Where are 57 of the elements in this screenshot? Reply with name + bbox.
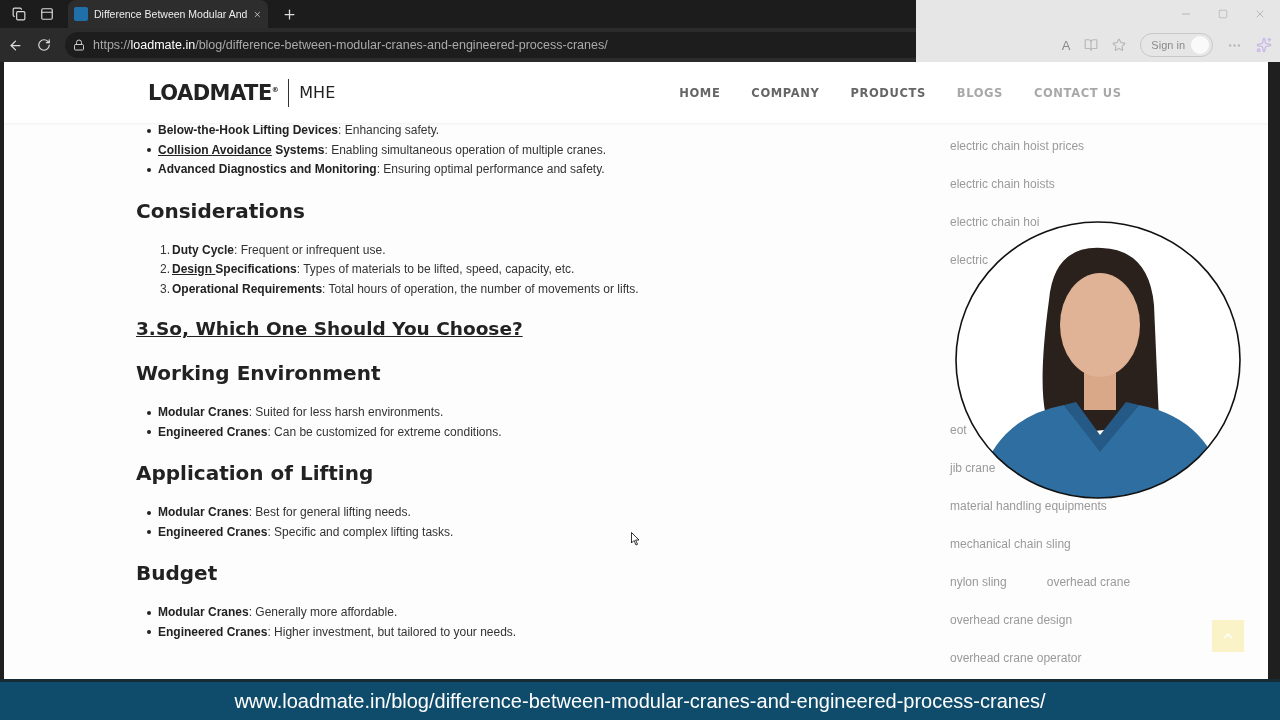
section-heading: Budget [136, 561, 219, 585]
tag-link[interactable]: overhead crane design [950, 613, 1073, 627]
list-item: Advanced Diagnostics and Monitoring: Ensuring optimal performance and safety. [147, 160, 605, 180]
logo-suffix: MHE [299, 83, 336, 102]
list-item: 1. Duty Cycle: Frequent or infrequent use. [160, 241, 386, 259]
tab-actions-icon[interactable] [40, 7, 54, 21]
maximize-icon[interactable] [1218, 9, 1228, 19]
nav-link[interactable]: HOME [679, 85, 721, 100]
list-item: Engineered Cranes: Higher investment, but tailored to your needs. [147, 622, 517, 642]
nav-link[interactable]: PRODUCTS [850, 85, 926, 100]
section-heading: Working Environment [136, 361, 382, 385]
tag-link[interactable]: electric chain hoi [950, 215, 1040, 229]
tag-link[interactable]: electric [950, 253, 988, 267]
section-heading: Considerations [136, 198, 306, 223]
tag-link[interactable]: electric chain hoist prices [950, 139, 1085, 153]
back-to-top-button[interactable] [1212, 620, 1244, 652]
text-link[interactable]: Collision Avoidance [158, 142, 272, 157]
workspaces-icon[interactable] [12, 7, 26, 21]
list-item: Below-the-Hook Lifting Devices: Enhancing safety. [147, 121, 440, 141]
lock-icon [73, 39, 85, 51]
text-link[interactable]: Design [172, 262, 216, 276]
list-item: Modular Cranes: Best for general lifting needs. [147, 503, 411, 523]
reload-icon[interactable] [37, 38, 51, 52]
tag-link[interactable]: overhead crane [1046, 575, 1131, 589]
tag-link[interactable]: mechanical chain sling [950, 537, 1071, 551]
address-field[interactable]: https://loadmate.in/blog/difference-between-modular-cranes-and-engineered-process-cranes/ [65, 32, 916, 58]
list-item: Engineered Cranes: Can be customized for extreme conditions. [147, 422, 502, 442]
section-heading: Application of Lifting [136, 461, 375, 485]
favorite-icon[interactable] [1112, 38, 1127, 52]
avatar-icon [1191, 36, 1209, 54]
tag-link[interactable]: eot [950, 423, 967, 437]
favicon-icon [74, 7, 88, 21]
browser-tab[interactable]: Difference Between Modular And [68, 0, 268, 28]
site-logo[interactable]: LOADMATE$^{®}$ [148, 80, 279, 105]
tag-link[interactable]: overhead crane operator [950, 651, 1082, 665]
sparkle-icon[interactable] [1256, 37, 1272, 53]
nav-link[interactable]: CONTACT US [1033, 85, 1122, 100]
tag-link[interactable]: jib crane [950, 461, 996, 475]
nav-link[interactable]: BLOGS [956, 85, 1003, 100]
mouse-cursor-icon [631, 532, 640, 546]
back-icon[interactable] [8, 37, 23, 53]
list-item: 2. Design Specifications: Types of materials to be lifted, speed, capacity, etc. [160, 261, 575, 278]
list-item: Modular Cranes: Suited for less harsh environments. [147, 403, 444, 423]
tag-link[interactable]: electric chain hoists [950, 177, 1055, 191]
url-caption: www.loadmate.in/blog/difference-between-modular-cranes-and-engineered-process-cranes/ [0, 679, 1280, 720]
list-item: Engineered Cranes: Specific and complex lifting tasks. [147, 522, 454, 542]
heading-link[interactable]: 3.So, Which One Should You Choose? [136, 317, 523, 341]
list-item: Collision Avoidance Systems: Enabling simultaneous operation of multiple cranes. [147, 140, 606, 160]
url-text: https://loadmate.in/blog/difference-between-modular-cranes-and-engineered-process-cranes/ [93, 38, 608, 52]
nav-link[interactable]: COMPANY [751, 85, 820, 100]
list-item: Modular Cranes: Generally more affordable. [147, 603, 398, 623]
tag-link[interactable]: material handling equipments [950, 499, 1107, 513]
book-icon[interactable] [1084, 38, 1099, 52]
list-item: 3. Operational Requirements: Total hours of operation, the number of movements or lifts. [160, 280, 639, 298]
new-tab-icon[interactable] [282, 6, 297, 22]
tag-link[interactable]: nylon sling [950, 575, 1007, 589]
read-aloud-icon[interactable]: A [1061, 37, 1071, 53]
